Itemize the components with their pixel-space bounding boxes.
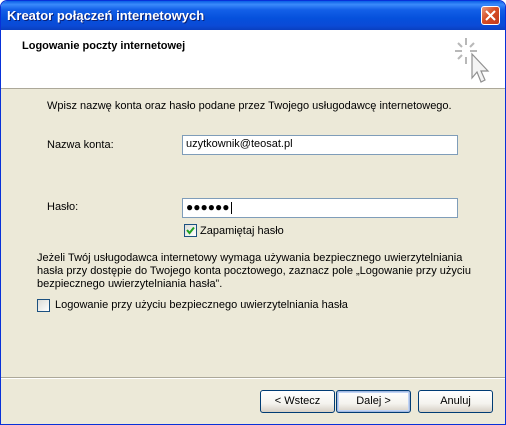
- close-icon: [485, 10, 496, 21]
- close-button[interactable]: [481, 6, 500, 25]
- remember-password-checkbox[interactable]: [184, 224, 197, 237]
- account-name-label: Nazwa konta:: [47, 139, 114, 151]
- spa-checkbox-label[interactable]: Logowanie przy użyciu bezpiecznego uwier…: [55, 299, 348, 311]
- divider-highlight: [1, 378, 505, 379]
- instructions-text: Wpisz nazwę konta oraz hasło podane prze…: [47, 100, 452, 112]
- wizard-window: Kreator połączeń internetowych Logowanie…: [0, 0, 506, 425]
- wizard-header: Logowanie poczty internetowej: [1, 30, 505, 89]
- cancel-button[interactable]: Anuluj: [418, 390, 493, 413]
- title-bar[interactable]: Kreator połączeń internetowych: [1, 1, 505, 30]
- text-caret: [230, 202, 232, 215]
- page-title: Logowanie poczty internetowej: [22, 40, 186, 52]
- window-title: Kreator połączeń internetowych: [7, 8, 205, 23]
- account-name-input[interactable]: uzytkownik@teosat.pl: [182, 135, 458, 155]
- next-button[interactable]: Dalej >: [336, 390, 411, 413]
- password-value: ●●●●●●: [186, 200, 230, 214]
- wizard-cursor-icon: [455, 38, 490, 83]
- remember-password-label[interactable]: Zapamiętaj hasło: [200, 225, 284, 237]
- password-input[interactable]: ●●●●●●: [182, 198, 458, 218]
- account-name-value: uzytkownik@teosat.pl: [186, 138, 293, 150]
- check-icon: [186, 226, 195, 235]
- back-button[interactable]: < Wstecz: [260, 390, 335, 413]
- spa-info-text: Jeżeli Twój usługodawca internetowy wyma…: [37, 252, 471, 290]
- spa-checkbox[interactable]: [37, 299, 50, 312]
- password-label: Hasło:: [47, 201, 79, 213]
